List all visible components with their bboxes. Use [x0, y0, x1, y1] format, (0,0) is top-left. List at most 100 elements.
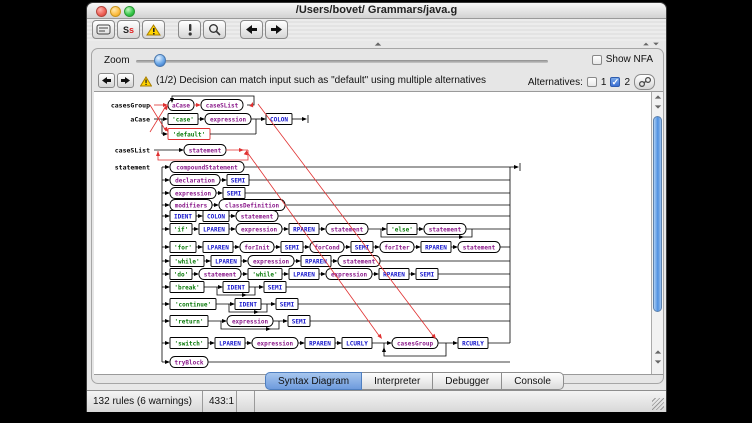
svg-text:SEMI: SEMI — [231, 177, 246, 184]
tab-interpreter[interactable]: Interpreter — [362, 372, 433, 390]
svg-text:'default': 'default' — [173, 131, 206, 138]
search-icon — [208, 23, 221, 36]
syntax-diagram-panel: Zoom Show NFA (1/2) Decision can match i… — [91, 48, 664, 384]
svg-text:expression: expression — [257, 340, 294, 347]
prev-warning-button[interactable] — [98, 73, 115, 88]
svg-text:forCond: forCond — [314, 244, 340, 251]
forward-arrow-icon — [270, 24, 283, 35]
tab-debugger[interactable]: Debugger — [433, 372, 502, 390]
split-divider[interactable] — [87, 41, 666, 48]
svg-text:modifiers: modifiers — [175, 202, 208, 209]
alt2-label: 2 — [624, 77, 630, 88]
svg-text:caseSList: caseSList — [206, 102, 239, 109]
divider-collapse-icon[interactable] — [375, 42, 381, 45]
alternatives-label: Alternatives: — [528, 77, 583, 88]
back-arrow-icon — [245, 24, 258, 35]
railroad-diagram: casesGroupaCasecaseSListaCase'case'expre… — [94, 92, 651, 374]
svg-text:SEMI: SEMI — [355, 244, 370, 251]
show-nfa-label: Show NFA — [606, 54, 653, 65]
svg-text:IDENT: IDENT — [239, 301, 257, 308]
svg-text:SEMI: SEMI — [292, 318, 307, 325]
svg-text:IDENT: IDENT — [227, 284, 245, 291]
scroll-up-icon[interactable] — [655, 95, 661, 98]
scroll-up-icon-bottom[interactable] — [655, 350, 661, 353]
svg-text:casesGroup: casesGroup — [111, 101, 150, 109]
svg-text:'while': 'while' — [252, 271, 277, 278]
syntax-coloring-button[interactable]: Ss — [117, 20, 140, 39]
svg-text:statement: statement — [331, 226, 364, 233]
find-button[interactable] — [203, 20, 226, 39]
svg-text:COLON: COLON — [207, 213, 225, 220]
svg-text:declaration: declaration — [175, 177, 215, 184]
link-rule-button[interactable] — [634, 74, 655, 90]
scroll-down-icon[interactable] — [655, 105, 661, 108]
syntax-diagram-canvas[interactable]: casesGroupaCasecaseSListaCase'case'expre… — [94, 91, 663, 375]
svg-text:expression: expression — [232, 318, 269, 325]
svg-text:LPAREN: LPAREN — [293, 271, 315, 278]
forward-arrow-icon — [120, 76, 131, 85]
svg-text:expression: expression — [175, 190, 212, 197]
warnings-button[interactable] — [142, 20, 165, 39]
zoom-label: Zoom — [104, 55, 130, 66]
rules-panel-button[interactable] — [92, 20, 115, 39]
svg-text:IDENT: IDENT — [174, 213, 192, 220]
svg-text:'break': 'break' — [174, 284, 199, 291]
back-button[interactable] — [240, 20, 263, 39]
svg-text:RPAREN: RPAREN — [425, 244, 447, 251]
tab-syntax-diagram[interactable]: Syntax Diagram — [265, 372, 362, 390]
svg-text:LPAREN: LPAREN — [219, 340, 241, 347]
editor-scroll-up-icon[interactable] — [643, 43, 649, 46]
svg-text:'continue': 'continue' — [175, 301, 211, 308]
svg-text:forIter: forIter — [384, 244, 410, 251]
svg-text:'case': 'case' — [172, 116, 194, 123]
svg-text:expression: expression — [241, 226, 278, 233]
svg-text:statement: statement — [241, 213, 274, 220]
show-nfa-checkbox[interactable] — [592, 55, 602, 65]
resize-grip[interactable] — [652, 398, 664, 410]
scroll-down-icon-bottom[interactable] — [655, 360, 661, 363]
alt2-checkbox[interactable]: ✓ — [610, 77, 620, 87]
rules-panel-icon — [96, 24, 111, 35]
svg-text:'while': 'while' — [174, 258, 199, 265]
svg-text:RCURLY: RCURLY — [462, 340, 484, 347]
svg-text:'for': 'for' — [174, 244, 192, 251]
svg-text:LCURLY: LCURLY — [346, 340, 368, 347]
svg-text:LPAREN: LPAREN — [207, 244, 229, 251]
svg-text:'do': 'do' — [174, 271, 188, 278]
zoom-slider-thumb[interactable] — [154, 54, 166, 67]
svg-text:LPAREN: LPAREN — [215, 258, 237, 265]
svg-text:LPAREN: LPAREN — [203, 226, 225, 233]
svg-text:SEMI: SEMI — [268, 284, 283, 291]
svg-text:forInit: forInit — [244, 244, 270, 251]
svg-text:compoundStatement: compoundStatement — [176, 164, 238, 171]
svg-text:SEMI: SEMI — [420, 271, 435, 278]
toolbar: Ss — [87, 19, 666, 41]
scrollbar-thumb[interactable] — [653, 116, 662, 312]
svg-text:casesGroup: casesGroup — [397, 340, 434, 347]
svg-text:expression: expression — [210, 116, 247, 123]
svg-text:statement: statement — [204, 271, 237, 278]
warning-icon — [140, 76, 152, 87]
diagram-scrollbar[interactable] — [651, 92, 663, 374]
editor-scroll-down-icon[interactable] — [653, 43, 659, 46]
warning-message: (1/2) Decision can match input such as "… — [156, 75, 486, 86]
alt1-checkbox[interactable] — [587, 77, 597, 87]
link-icon — [638, 76, 652, 88]
svg-text:SEMI: SEMI — [227, 190, 242, 197]
title-bar[interactable]: /Users/bovet/ Grammars/java.g — [87, 3, 666, 19]
svg-text:aCase: aCase — [172, 102, 190, 109]
forward-button[interactable] — [265, 20, 288, 39]
svg-text:'if': 'if' — [174, 226, 188, 233]
tab-console[interactable]: Console — [502, 372, 564, 390]
svg-text:expression: expression — [331, 271, 368, 278]
back-arrow-icon — [101, 76, 112, 85]
svg-text:statement: statement — [343, 258, 376, 265]
zoom-slider-track[interactable] — [136, 60, 548, 63]
svg-text:classDefinition: classDefinition — [225, 202, 280, 209]
ideas-button[interactable] — [178, 20, 201, 39]
exclamation-icon — [187, 23, 193, 36]
svg-text:SEMI: SEMI — [280, 301, 295, 308]
rules-count: 132 rules (6 warnings) — [87, 391, 203, 412]
next-warning-button[interactable] — [117, 73, 134, 88]
svg-text:statement: statement — [189, 147, 222, 154]
